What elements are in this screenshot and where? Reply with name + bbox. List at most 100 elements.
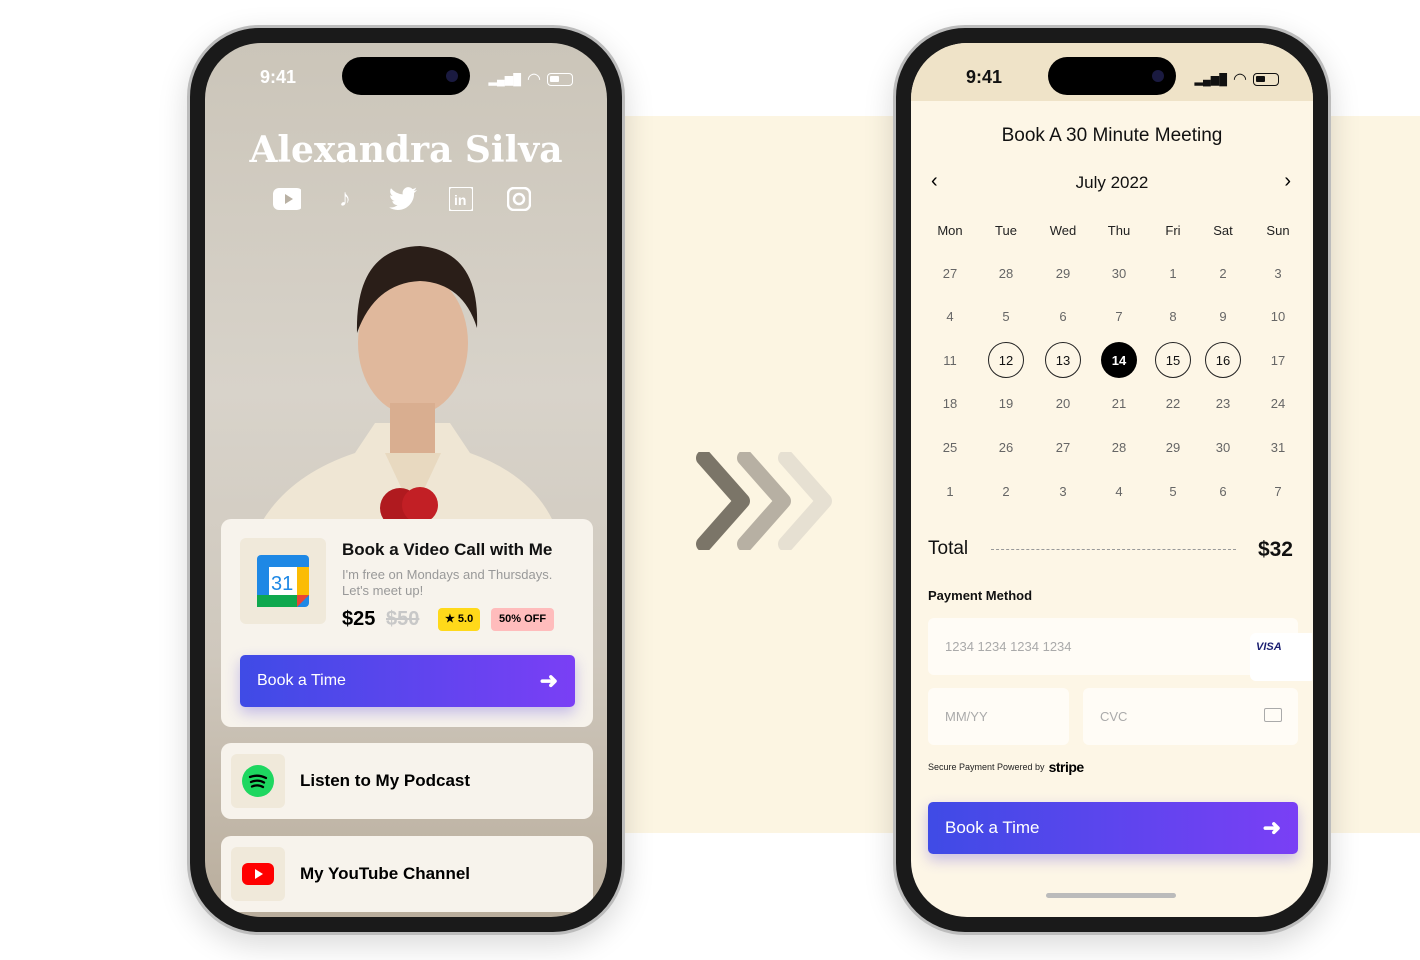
original-price: $50	[386, 608, 420, 630]
status-time: 9:41	[966, 67, 1003, 87]
google-calendar-icon: 31	[240, 538, 326, 624]
book-time-button[interactable]: Book a Time ➜	[928, 802, 1298, 854]
calendar-day: 2	[1002, 483, 1010, 499]
cvc-input[interactable]: CVC	[1083, 688, 1298, 745]
svg-text:in: in	[454, 192, 466, 208]
youtube-title: My YouTube Channel	[300, 864, 471, 883]
calendar-day: 9	[1219, 308, 1227, 324]
signal-icon: ▂▄▆█	[488, 73, 522, 86]
weekday-sat: Sat	[1213, 222, 1233, 238]
linkedin-icon[interactable]: in	[447, 185, 475, 213]
spotify-icon	[231, 754, 285, 808]
calendar-day: 4	[1115, 483, 1123, 499]
calendar-day: 6	[1059, 308, 1067, 324]
stripe-logo: stripe	[1048, 759, 1085, 775]
calendar-day-available[interactable]: 13	[1045, 342, 1081, 378]
calendar-day: 19	[998, 395, 1014, 411]
book-time-button[interactable]: Book a Time ➜	[240, 655, 575, 707]
calendar-day: 4	[946, 308, 954, 324]
calendar-day: 1	[946, 483, 954, 499]
calendar-day-available[interactable]: 16	[1205, 342, 1241, 378]
calendar-day-available[interactable]: 15	[1155, 342, 1191, 378]
calendar-day-available[interactable]: 12	[988, 342, 1024, 378]
wifi-icon: ◠	[1233, 71, 1247, 88]
calendar-day: 8	[1169, 308, 1177, 324]
calendar-day: 28	[998, 265, 1014, 281]
discount-badge: 50% OFF	[491, 608, 555, 631]
profile-phone: 9:41 ▂▄▆█ ◠ Alexandra Silva ♪ in 31 Book…	[187, 25, 625, 935]
svg-text:31: 31	[271, 573, 293, 595]
profile-screen: 9:41 ▂▄▆█ ◠ Alexandra Silva ♪ in 31 Book…	[205, 43, 607, 917]
visa-icon: VISA	[1250, 633, 1312, 681]
forward-arrows-icon	[696, 452, 832, 550]
calendar-day: 30	[1215, 439, 1231, 455]
booking-phone: 9:41 ▂▄▆█ ◠ Book A 30 Minute Meeting ‹ J…	[893, 25, 1331, 935]
book-time-label: Book a Time	[945, 818, 1040, 837]
arrow-right-icon: ➜	[1262, 815, 1281, 840]
profile-name: Alexandra Silva	[249, 129, 563, 171]
month-label: July 2022	[1075, 173, 1149, 192]
total-label: Total	[928, 538, 969, 559]
battery-icon	[547, 72, 573, 86]
calendar-day: 1	[1169, 265, 1177, 281]
calendar-day: 31	[1270, 439, 1286, 455]
home-indicator	[1046, 893, 1176, 898]
youtube-icon[interactable]	[273, 185, 301, 213]
weekday-mon: Mon	[937, 222, 963, 238]
card-number-input[interactable]: 1234 1234 1234 1234	[928, 618, 1298, 675]
calendar-day: 29	[1165, 439, 1181, 455]
calendar-day: 2	[1219, 265, 1227, 281]
weekday-sun: Sun	[1266, 222, 1290, 238]
weekday-tue: Tue	[995, 222, 1017, 238]
calendar-day: 6	[1219, 483, 1227, 499]
calendar-day: 18	[942, 395, 958, 411]
status-icons: ▂▄▆█ ◠	[1195, 69, 1279, 89]
tiktok-icon[interactable]: ♪	[331, 185, 359, 213]
podcast-card[interactable]: Listen to My Podcast	[221, 743, 593, 819]
next-month-button[interactable]: ›	[1284, 170, 1291, 193]
weekday-thu: Thu	[1107, 222, 1131, 238]
wifi-icon: ◠	[527, 71, 541, 88]
youtube-card[interactable]: My YouTube Channel	[221, 836, 593, 912]
calendar-day: 5	[1002, 308, 1010, 324]
total-divider	[991, 549, 1236, 550]
price: $25	[342, 608, 376, 630]
calendar-day: 20	[1055, 395, 1071, 411]
calendar-day-selected[interactable]: 14	[1101, 342, 1137, 378]
rating-badge: ★ 5.0	[438, 608, 481, 631]
expiry-input[interactable]: MM/YY	[928, 688, 1069, 745]
secure-text: Secure Payment Powered by	[928, 762, 1045, 772]
podcast-title: Listen to My Podcast	[300, 771, 471, 790]
youtube-logo-icon	[231, 847, 285, 901]
calendar-day: 17	[1270, 352, 1286, 368]
video-card-description: I'm free on Mondays and Thursdays. Let's…	[342, 567, 553, 598]
calendar-day: 5	[1169, 483, 1177, 499]
weekday-fri: Fri	[1165, 222, 1181, 238]
payment-method-label: Payment Method	[928, 588, 1033, 603]
calendar-day: 11	[943, 352, 957, 368]
calendar-day: 30	[1111, 265, 1127, 281]
weekday-wed: Wed	[1049, 222, 1077, 238]
video-card-title: Book a Video Call with Me	[342, 540, 553, 559]
calendar-day: 7	[1115, 308, 1123, 324]
page-title: Book A 30 Minute Meeting	[1001, 125, 1223, 146]
calendar-day: 27	[942, 265, 958, 281]
calendar-day: 7	[1274, 483, 1282, 499]
expiry-placeholder: MM/YY	[945, 709, 988, 724]
calendar-day: 27	[1055, 439, 1071, 455]
status-icons: ▂▄▆█ ◠	[489, 69, 573, 89]
calendar-day: 25	[942, 439, 958, 455]
calendar-day: 29	[1055, 265, 1071, 281]
dynamic-island	[342, 57, 470, 95]
calendar-day: 24	[1270, 395, 1286, 411]
dynamic-island	[1048, 57, 1176, 95]
calendar-day: 3	[1059, 483, 1067, 499]
calendar-day: 23	[1215, 395, 1231, 411]
instagram-icon[interactable]	[505, 185, 533, 213]
cvc-card-icon	[1264, 708, 1282, 722]
calendar-day: 10	[1270, 308, 1286, 324]
secure-payment-note: Secure Payment Powered by stripe	[928, 759, 1084, 775]
twitter-icon[interactable]	[389, 185, 417, 213]
calendar-day: 28	[1111, 439, 1127, 455]
calendar-day: 26	[998, 439, 1014, 455]
